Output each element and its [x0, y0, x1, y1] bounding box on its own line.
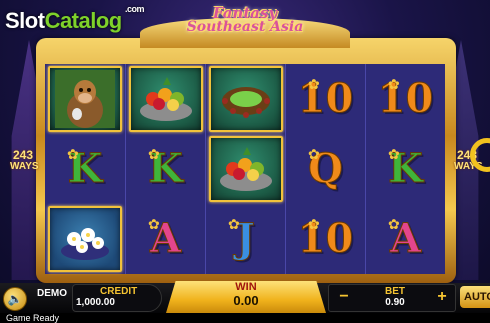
logo-slot-text: Slot: [5, 8, 45, 33]
bet-increase-button[interactable]: +: [434, 287, 450, 307]
win-label: WIN: [235, 281, 257, 293]
letter-symbol: 10: [377, 75, 434, 122]
reel-cell: [206, 134, 285, 204]
reel-cell: K ✿: [126, 134, 205, 204]
reel-1: K ✿: [45, 64, 125, 274]
site-logo: SlotCatalog .com: [5, 4, 145, 34]
gold-flower-ornament-icon: ✿: [388, 76, 400, 92]
reel-cell: 10 ✿: [366, 64, 445, 134]
reel-grid: K ✿ K ✿ A ✿ J ✿ 10 ✿ Q ✿ 10 ✿ 10 ✿ K ✿ A ✿: [45, 64, 445, 274]
game-title: Fantasy Southeast Asia: [180, 4, 310, 35]
gold-flower-ornament-icon: ✿: [148, 146, 160, 162]
letter-symbol: 10: [297, 215, 354, 262]
reel-cell: [45, 204, 125, 274]
reel-cell: 10 ✿: [286, 204, 365, 274]
gold-flower-ornament-icon: ✿: [308, 216, 320, 232]
flower-plate-icon: [48, 206, 122, 272]
sound-toggle-button[interactable]: 🔈: [3, 287, 27, 311]
reel-cell: [126, 64, 205, 134]
gold-flower-ornament-icon: ✿: [308, 146, 320, 162]
autoplay-button[interactable]: AUTO: [460, 286, 490, 308]
reel-5: 10 ✿ K ✿ A ✿: [365, 64, 445, 274]
gold-flower-ornament-icon: ✿: [308, 76, 320, 92]
fruit-basket-icon: [128, 66, 203, 132]
credit-value: 1,000.00: [76, 297, 115, 308]
game-title-line1: Fantasy: [212, 4, 278, 22]
reel-cell: A ✿: [126, 204, 205, 274]
bet-decrease-button[interactable]: −: [336, 287, 352, 307]
gold-flower-ornament-icon: ✿: [388, 146, 400, 162]
reel-cell: [206, 64, 285, 134]
reel-4: 10 ✿ Q ✿ 10 ✿: [285, 64, 365, 274]
reel-cell: [45, 64, 125, 134]
reel-cell: J ✿: [206, 204, 285, 274]
demo-label: DEMO: [37, 288, 67, 299]
gold-flower-ornament-icon: ✿: [148, 216, 160, 232]
gold-flower-ornament-icon: ✿: [388, 216, 400, 232]
gold-flower-ornament-icon: ✿: [228, 216, 240, 232]
status-text: Game Ready: [6, 313, 60, 323]
ways-number: 243: [12, 148, 34, 162]
win-value: 0.00: [233, 293, 259, 308]
reel-cell: K ✿: [366, 134, 445, 204]
letter-symbol: 10: [297, 75, 354, 122]
ways-label: WAYS: [10, 161, 39, 172]
bead-bowl-icon: [208, 66, 283, 132]
speaker-icon: 🔈: [7, 292, 23, 306]
status-bar: [0, 313, 490, 323]
reel-cell: 10 ✿: [286, 64, 365, 134]
logo-com-text: .com: [125, 4, 145, 14]
ways-badge-left: 243 WAYS: [10, 148, 39, 172]
reel-2: K ✿ A ✿: [125, 64, 205, 274]
reel-cell: K ✿: [45, 134, 125, 204]
bet-value: 0.90: [385, 297, 405, 308]
reel-3: J ✿: [205, 64, 285, 274]
bet-label: BET: [385, 286, 405, 297]
fruit-basket-icon: [208, 136, 283, 202]
logo-catalog-text: Catalog: [44, 8, 123, 33]
reel-cell: Q ✿: [286, 134, 365, 204]
credit-label: CREDIT: [100, 286, 138, 297]
gold-flower-ornament-icon: ✿: [67, 146, 79, 162]
game-title-line2: Southeast Asia: [186, 19, 304, 35]
reel-cell: A ✿: [366, 204, 445, 274]
monkey-icon: [48, 66, 122, 132]
